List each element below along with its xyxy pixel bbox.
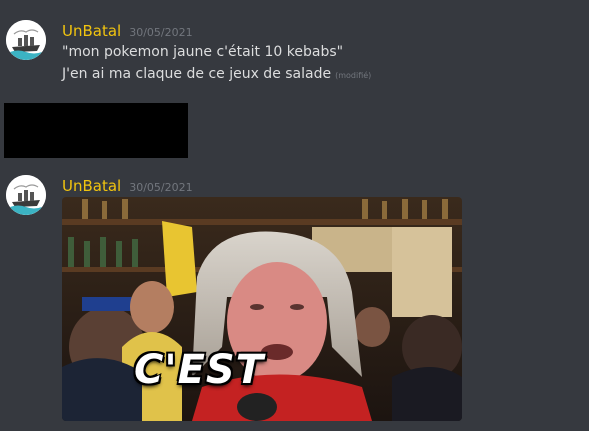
message-text: "mon pokemon jaune c'était 10 kebabs" (62, 44, 344, 60)
avatar-ship-icon (6, 175, 46, 215)
avatar-ship-icon (6, 20, 46, 60)
author-name[interactable]: UnBatal (62, 22, 121, 40)
message-header: UnBatal 30/05/2021 (62, 177, 193, 195)
timestamp: 30/05/2021 (129, 181, 193, 194)
avatar[interactable] (6, 20, 46, 60)
message-header: UnBatal 30/05/2021 (62, 22, 193, 40)
gif-caption: C'EST (134, 347, 265, 393)
redacted-block (4, 103, 188, 158)
message-text-line-2: J'en ai ma claque de ce jeux de salade (m… (62, 66, 371, 82)
avatar[interactable] (6, 175, 46, 215)
timestamp: 30/05/2021 (129, 26, 193, 39)
author-name[interactable]: UnBatal (62, 177, 121, 195)
edited-label: (modifié) (335, 71, 372, 80)
message-text: J'en ai ma claque de ce jeux de salade (62, 66, 332, 82)
gif-embed[interactable]: C'EST (62, 197, 462, 421)
